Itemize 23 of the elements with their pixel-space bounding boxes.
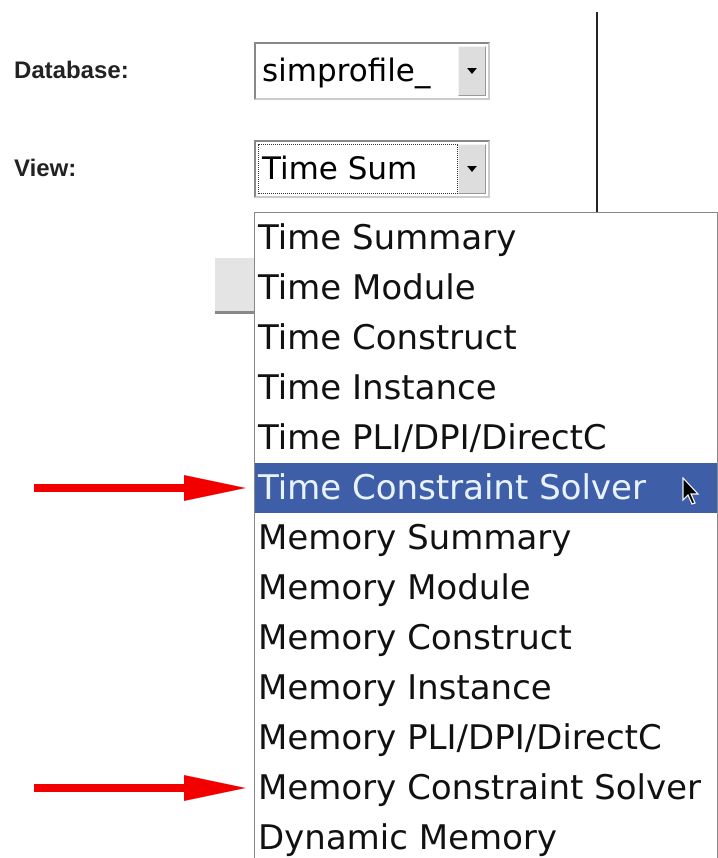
dropdown-option[interactable]: Time PLI/DPI/DirectC <box>254 413 718 463</box>
dropdown-option[interactable]: Memory Construct <box>254 613 718 663</box>
dropdown-option[interactable]: Time Module <box>254 263 718 313</box>
dropdown-option[interactable]: Time Construct <box>254 313 718 363</box>
view-label: View: <box>14 155 78 183</box>
button[interactable] <box>215 258 254 314</box>
dropdown-option[interactable]: Dynamic Memory <box>254 813 718 858</box>
view-select[interactable]: Time Sum <box>254 140 490 198</box>
arrow-icon <box>34 475 246 501</box>
dropdown-option[interactable]: Memory Summary <box>254 513 718 563</box>
arrow-icon <box>34 775 246 801</box>
dropdown-caret-icon[interactable] <box>458 144 486 194</box>
dropdown-option[interactable]: Memory Constraint Solver <box>254 763 718 813</box>
dropdown-option[interactable]: Memory Instance <box>254 663 718 713</box>
dropdown-option[interactable]: Time Constraint Solver <box>254 463 718 513</box>
dropdown-caret-icon[interactable] <box>458 46 486 96</box>
dropdown-option[interactable]: Time Summary <box>254 212 718 263</box>
database-select[interactable]: simprofile_ <box>254 42 490 100</box>
dropdown-option[interactable]: Memory Module <box>254 563 718 613</box>
database-label: Database: <box>14 57 130 85</box>
mouse-pointer-icon <box>682 477 700 505</box>
dropdown-option[interactable]: Time Instance <box>254 363 718 413</box>
dropdown-option[interactable]: Memory PLI/DPI/DirectC <box>254 713 718 763</box>
